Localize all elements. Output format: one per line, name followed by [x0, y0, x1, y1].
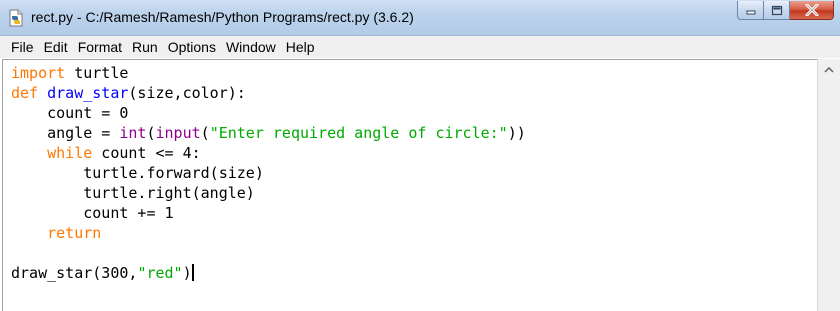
code-token: count <= 4:	[92, 144, 201, 162]
menu-format[interactable]: Format	[73, 37, 127, 57]
menu-file[interactable]: File	[6, 37, 39, 57]
window-controls	[737, 1, 834, 21]
menu-edit[interactable]: Edit	[39, 37, 73, 57]
code-editor[interactable]: import turtle def draw_star(size,color): …	[2, 59, 817, 311]
code-token: )	[182, 264, 192, 282]
text-cursor	[191, 264, 194, 281]
code-token: "Enter required angle of circle:"	[209, 124, 508, 142]
code-token: angle =	[11, 124, 120, 142]
code-token: turtle.right(angle)	[11, 184, 255, 202]
code-text-area[interactable]: import turtle def draw_star(size,color): …	[11, 63, 526, 283]
code-token: turtle.forward(size)	[11, 164, 264, 182]
chevron-up-icon	[824, 66, 834, 73]
code-line[interactable]: count += 1	[11, 203, 526, 223]
code-line[interactable]: turtle.right(angle)	[11, 183, 526, 203]
code-token: count = 0	[11, 104, 129, 122]
code-token: turtle	[65, 64, 129, 82]
code-token: (	[200, 124, 210, 142]
code-line[interactable]: turtle.forward(size)	[11, 163, 526, 183]
code-token: while	[47, 144, 93, 162]
code-line[interactable]: draw_star(300,"red")	[11, 263, 526, 283]
code-token: (	[146, 124, 156, 142]
code-token: def	[11, 84, 39, 102]
code-line[interactable]: while count <= 4:	[11, 143, 526, 163]
code-line[interactable]: import turtle	[11, 63, 526, 83]
code-line[interactable]: def draw_star(size,color):	[11, 83, 526, 103]
code-token: return	[47, 224, 102, 242]
menu-run[interactable]: Run	[127, 37, 163, 57]
code-token: draw_star(300,	[11, 264, 138, 282]
vertical-scrollbar[interactable]	[817, 59, 840, 311]
maximize-icon	[771, 5, 782, 15]
close-icon	[805, 4, 818, 16]
maximize-button[interactable]	[764, 1, 790, 20]
code-line[interactable]: angle = int(input("Enter required angle …	[11, 123, 526, 143]
menu-help[interactable]: Help	[281, 37, 320, 57]
code-token: draw_star	[47, 84, 129, 102]
code-line[interactable]: return	[11, 223, 526, 243]
python-file-icon	[9, 9, 23, 27]
scroll-up-button[interactable]	[819, 61, 839, 78]
window-title: rect.py - C:/Ramesh/Ramesh/Python Progra…	[31, 9, 414, 25]
menu-bar: File Edit Format Run Options Window Help	[0, 36, 840, 58]
menu-window[interactable]: Window	[221, 37, 281, 57]
idle-editor-window: rect.py - C:/Ramesh/Ramesh/Python Progra…	[0, 0, 840, 311]
title-bar[interactable]: rect.py - C:/Ramesh/Ramesh/Python Progra…	[0, 0, 840, 36]
code-token: "red"	[137, 264, 183, 282]
minimize-icon	[746, 10, 755, 15]
code-token: input	[155, 124, 201, 142]
code-line[interactable]	[11, 243, 526, 263]
close-button[interactable]	[790, 1, 834, 20]
menu-options[interactable]: Options	[163, 37, 221, 57]
minimize-button[interactable]	[737, 1, 764, 20]
code-token: count += 1	[11, 204, 174, 222]
code-token: (size,color):	[128, 84, 246, 102]
code-line[interactable]: count = 0	[11, 103, 526, 123]
code-token: import	[11, 64, 66, 82]
code-token: ))	[507, 124, 526, 142]
code-token: int	[119, 124, 147, 142]
